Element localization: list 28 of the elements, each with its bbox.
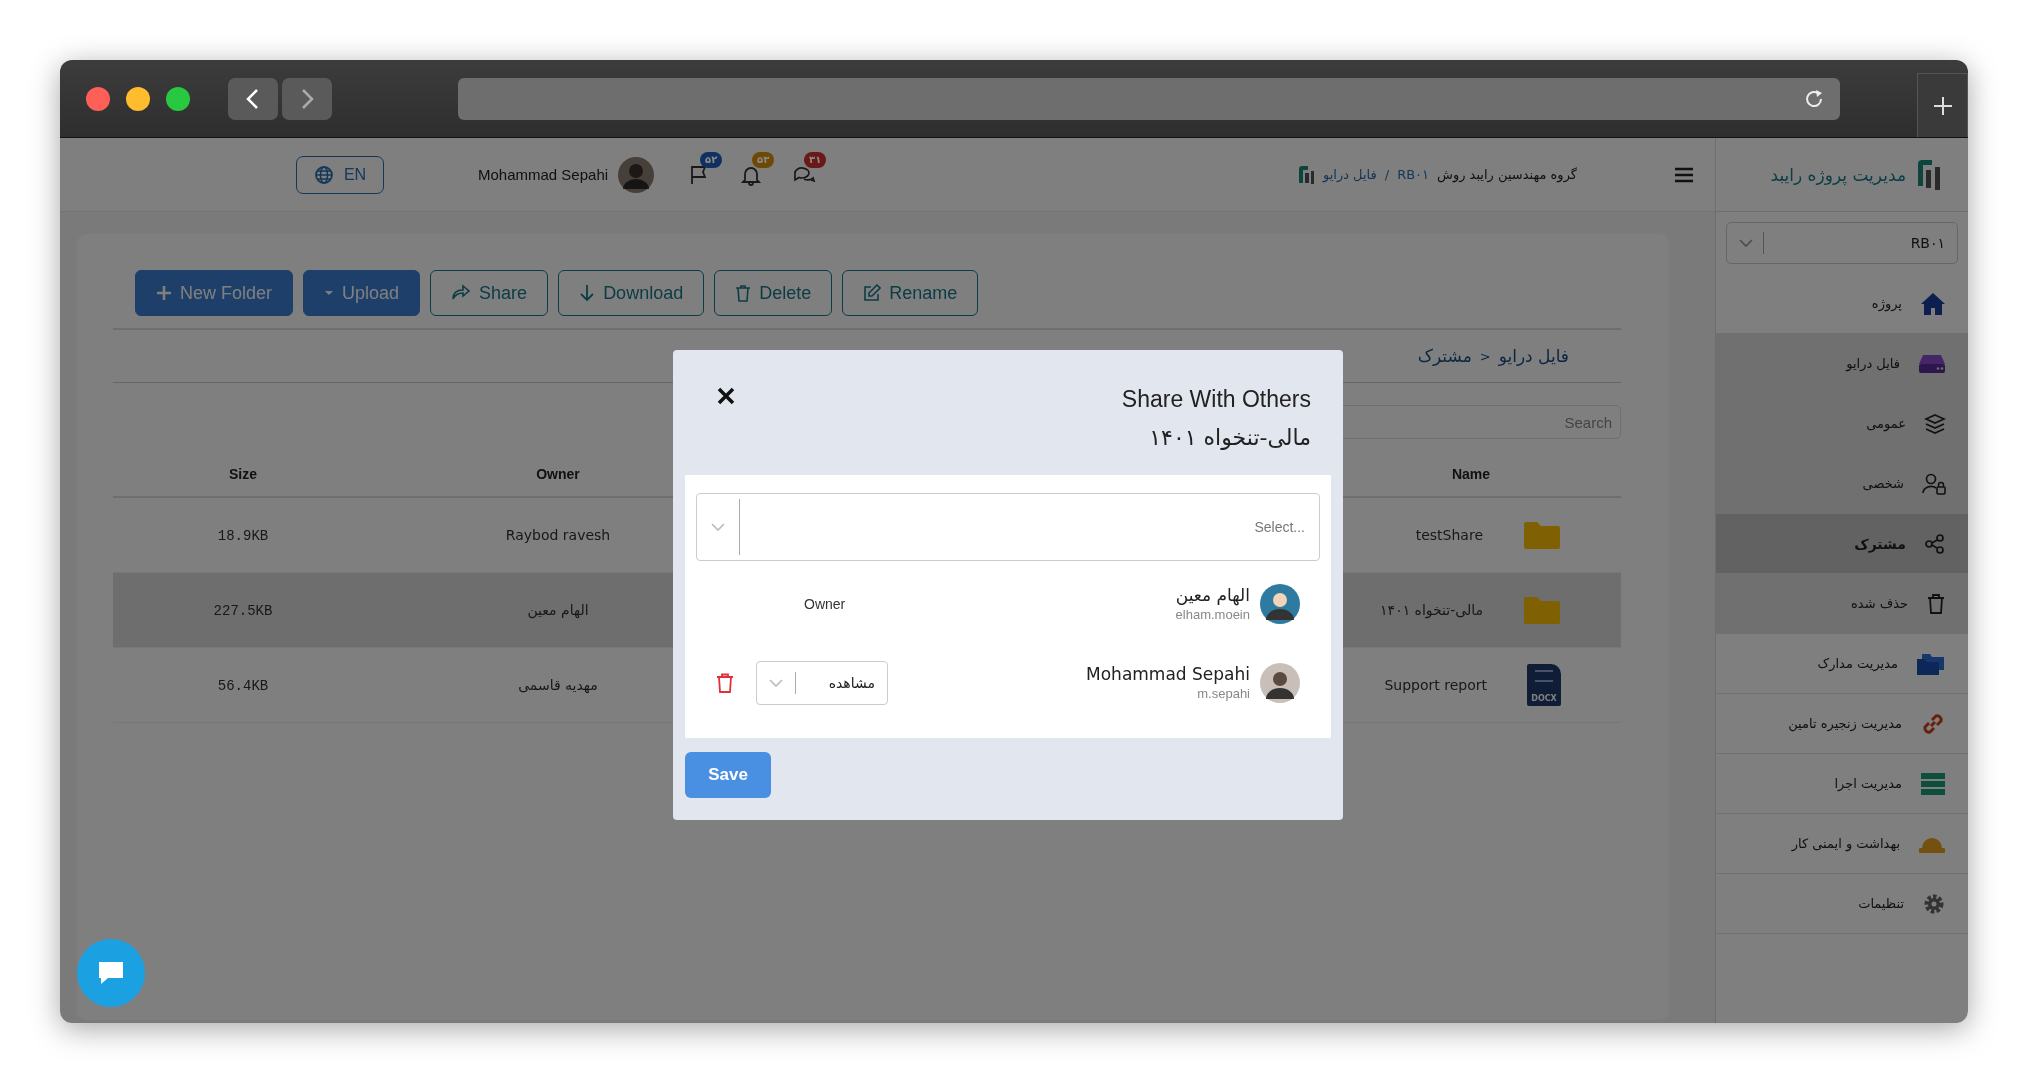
notification-badge: ۳۱: [804, 151, 827, 168]
user-name: Mohammad Sepahi: [478, 166, 609, 183]
member-name: Mohammad Sepahi: [1086, 664, 1250, 684]
member-username: m.sepahi: [1197, 686, 1250, 701]
dialog-title: Share With Others: [1121, 386, 1311, 413]
file-name: مالی-تنخواه ۱۴۰۱: [1380, 602, 1483, 618]
notification-badge: ۵۳: [752, 151, 775, 168]
document-icon: DOCX: [1527, 664, 1561, 706]
role-label: Owner: [804, 595, 846, 612]
table-cell: 56.4KB: [217, 677, 269, 694]
file-name: testShare: [1415, 527, 1483, 543]
column-header: Owner: [535, 465, 581, 482]
notification-badge: ۵۲: [700, 151, 723, 168]
column-header: Name: [1450, 465, 1492, 482]
column-header: Size: [228, 465, 258, 482]
member-name: الهام معین: [1175, 585, 1250, 605]
company-name: گروه مهندسین رایبد روش: [1437, 167, 1577, 182]
dialog-subtitle: مالی-تنخواه ۱۴۰۱: [1148, 425, 1311, 450]
member-username: elham.moein: [1175, 607, 1250, 622]
file-name: Support report: [1384, 677, 1487, 693]
table-cell: 227.5KB: [213, 602, 273, 619]
path-separator: >: [1479, 348, 1491, 364]
breadcrumb-separator: /: [1384, 167, 1390, 182]
table-cell: 18.9KB: [217, 527, 269, 544]
table-cell: Raybod ravesh: [505, 527, 611, 543]
table-cell: مهدیه قاسمی: [518, 677, 598, 693]
app-title: مدیریت پروژه رایبد: [1770, 164, 1906, 185]
table-cell: الهام معین: [527, 602, 589, 618]
